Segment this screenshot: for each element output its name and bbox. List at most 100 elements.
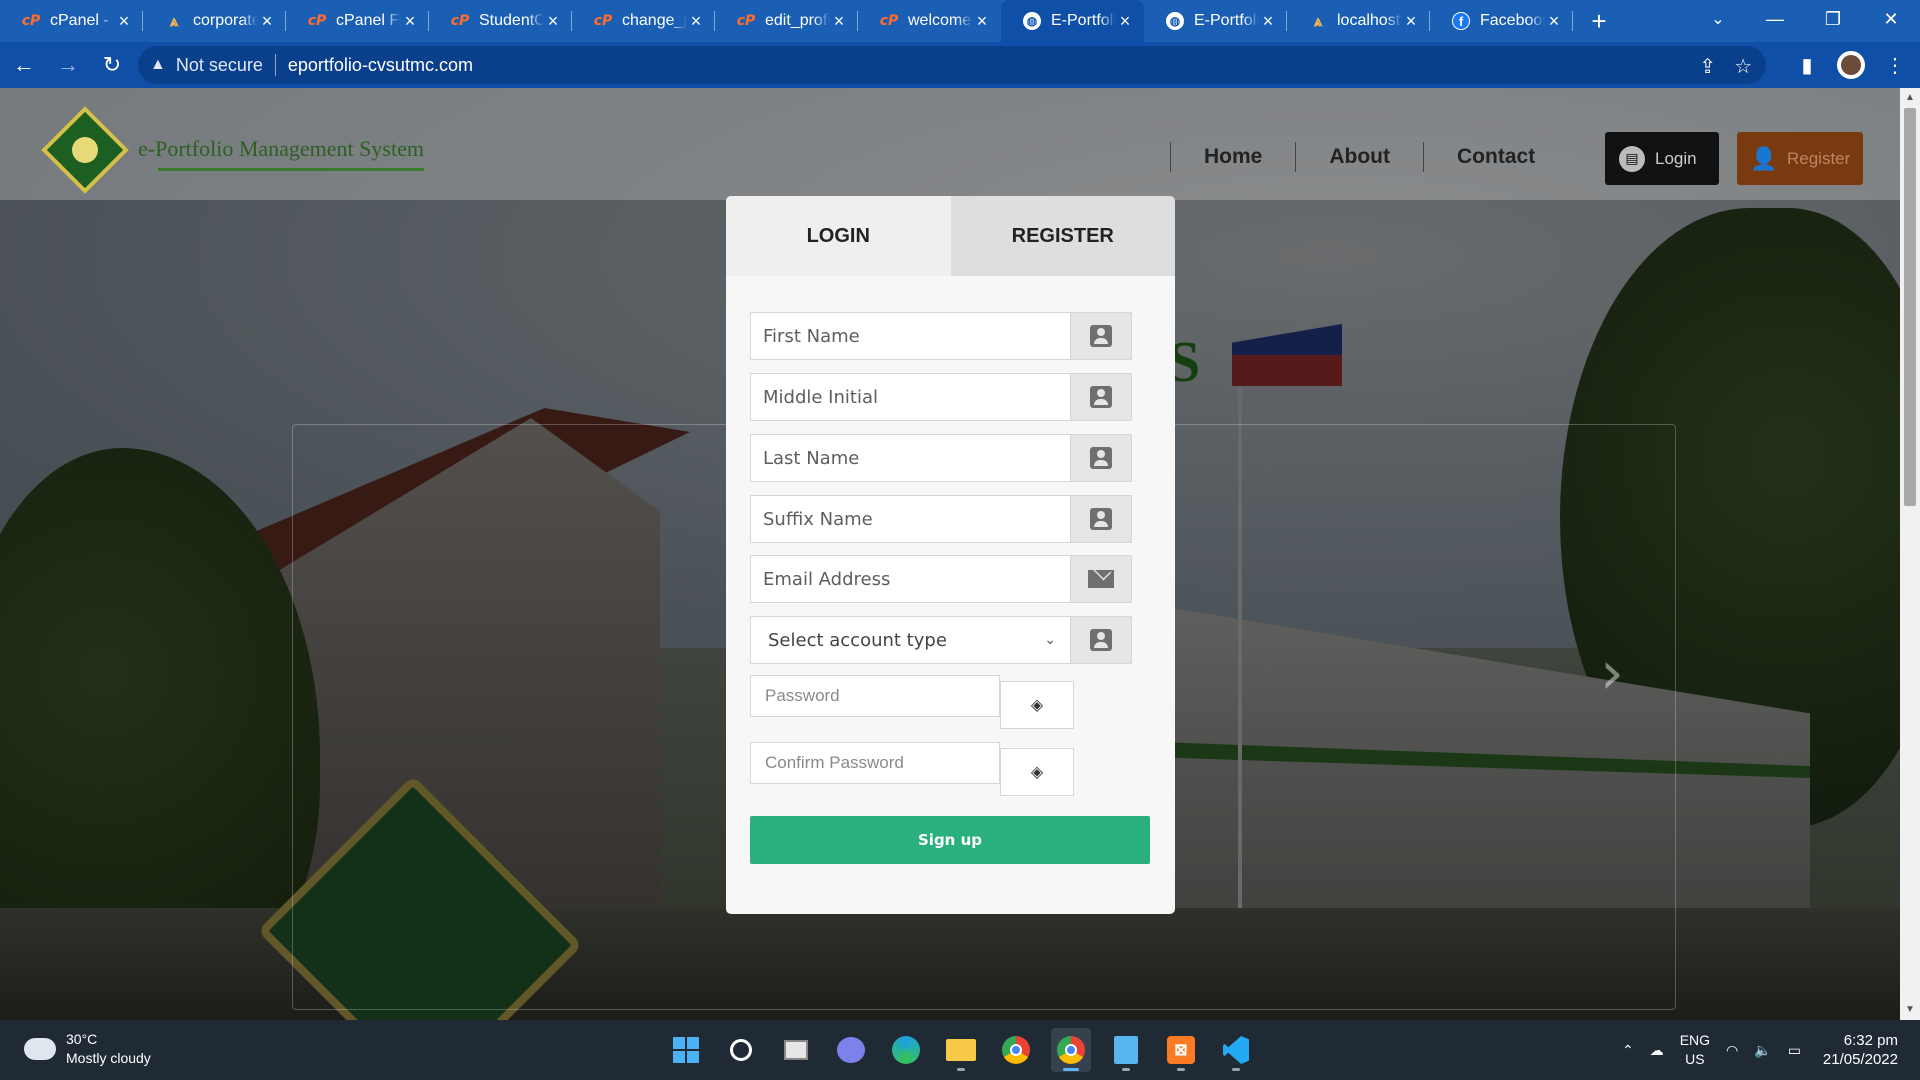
suffix-name-input[interactable]	[750, 495, 1070, 543]
file-explorer-button[interactable]	[941, 1028, 981, 1072]
scroll-up-icon[interactable]: ▲	[1904, 92, 1916, 104]
carousel-next-icon[interactable]: ›	[1600, 638, 1624, 708]
minimize-icon[interactable]: —	[1746, 0, 1804, 38]
tab-search-chevron-icon[interactable]: ⌄	[1700, 4, 1736, 34]
close-icon[interactable]: ×	[258, 12, 276, 30]
login-label: Login	[1655, 148, 1697, 168]
profile-avatar[interactable]	[1832, 46, 1870, 84]
weather-widget[interactable]: 30°C Mostly cloudy	[20, 1030, 151, 1068]
eye-slash-icon[interactable]: ◈	[1000, 748, 1074, 796]
eye-slash-icon[interactable]: ◈	[1000, 681, 1074, 729]
chrome-profile-button[interactable]	[1051, 1028, 1091, 1072]
browser-tab[interactable]: ◍ E-Portfolio ×	[1144, 0, 1287, 42]
forward-arrow-icon[interactable]: →	[48, 45, 88, 85]
browser-tab[interactable]: ⩓ corporate ×	[143, 0, 286, 42]
side-panel-icon[interactable]: ▮	[1788, 46, 1826, 84]
tab-title: Facebook	[1480, 12, 1545, 29]
chrome-button[interactable]	[996, 1028, 1036, 1072]
close-icon[interactable]: ×	[544, 12, 562, 30]
add-user-icon: 👤	[1750, 145, 1778, 171]
last-name-input[interactable]	[750, 434, 1070, 482]
browser-tab[interactable]: cP cPanel - Main ×	[0, 0, 143, 42]
close-icon[interactable]: ×	[401, 12, 419, 30]
tab-login[interactable]: LOGIN	[726, 196, 951, 276]
show-hidden-icons-icon[interactable]: ⌃	[1622, 1041, 1634, 1060]
globe-icon: ◍	[1166, 12, 1184, 30]
close-icon[interactable]: ×	[973, 12, 991, 30]
close-icon[interactable]: ×	[1545, 12, 1563, 30]
search-button[interactable]	[721, 1028, 761, 1072]
suffix-name-addon	[1070, 495, 1132, 543]
browser-tab[interactable]: f Facebook ×	[1430, 0, 1573, 42]
header-register-button[interactable]: 👤 Register	[1737, 132, 1863, 185]
nav-contact-link[interactable]: Contact	[1424, 145, 1568, 169]
middle-initial-input[interactable]	[750, 373, 1070, 421]
middle-initial-field	[750, 373, 1132, 421]
close-icon[interactable]: ×	[687, 12, 705, 30]
close-icon[interactable]: ×	[115, 12, 133, 30]
browser-tab[interactable]: cP StudentC ×	[429, 0, 572, 42]
first-name-input[interactable]	[750, 312, 1070, 360]
bookmark-star-icon[interactable]: ☆	[1734, 54, 1752, 79]
vscode-button[interactable]	[1216, 1028, 1256, 1072]
reload-icon[interactable]: ↻	[92, 45, 132, 85]
browser-tab[interactable]: cP cPanel File Manager ×	[286, 0, 429, 42]
browser-tab-active[interactable]: ◍ E-Portfolio ×	[1001, 0, 1144, 42]
notepad-button[interactable]	[1106, 1028, 1146, 1072]
header-login-button[interactable]: ▤ Login	[1605, 132, 1719, 185]
close-icon[interactable]: ×	[1402, 12, 1420, 30]
account-type-field: Select account type ⌄	[750, 616, 1132, 664]
globe-icon: ◍	[1023, 12, 1041, 30]
site-logo[interactable]	[40, 106, 130, 194]
volume-icon[interactable]: 🔈	[1754, 1041, 1771, 1060]
chrome-icon	[1002, 1036, 1030, 1064]
window-close-icon[interactable]: ✕	[1862, 0, 1920, 38]
browser-tab[interactable]: cP change_p ×	[572, 0, 715, 42]
address-bar[interactable]: ▲ Not secure eportfolio-cvsutmc.com ⇪ ☆	[138, 46, 1766, 84]
browser-tab[interactable]: cP edit_profi ×	[715, 0, 858, 42]
task-view-button[interactable]	[776, 1028, 816, 1072]
site-nav: Home About Contact	[1170, 142, 1568, 172]
share-icon[interactable]: ⇪	[1699, 54, 1716, 79]
nav-about-link[interactable]: About	[1296, 145, 1423, 169]
password-input[interactable]	[750, 675, 1000, 717]
confirm-password-input[interactable]	[750, 742, 1000, 784]
scroll-down-icon[interactable]: ▼	[1904, 1004, 1916, 1016]
kebab-menu-icon[interactable]: ⋮	[1876, 46, 1914, 84]
scroll-thumb[interactable]	[1904, 108, 1916, 506]
edge-button[interactable]	[886, 1028, 926, 1072]
chat-button[interactable]	[831, 1028, 871, 1072]
envelope-icon	[1088, 570, 1114, 588]
battery-icon[interactable]: ▭	[1788, 1041, 1801, 1060]
xampp-button[interactable]: ⊠	[1161, 1028, 1201, 1072]
wifi-icon[interactable]: ◠	[1726, 1041, 1738, 1060]
page-scrollbar[interactable]: ▲ ▼	[1900, 88, 1920, 1020]
first-name-addon	[1070, 312, 1132, 360]
xampp-icon: ⊠	[1167, 1036, 1195, 1064]
site-header: e-Portfolio Management System Home About…	[0, 88, 1900, 200]
sign-up-button[interactable]: Sign up	[750, 816, 1150, 864]
xampp-icon: ⩓	[1313, 12, 1323, 30]
user-icon	[1090, 386, 1112, 408]
browser-tab[interactable]: cP welcome ×	[858, 0, 1001, 42]
close-icon[interactable]: ×	[830, 12, 848, 30]
onedrive-cloud-icon[interactable]: ☁	[1650, 1041, 1664, 1060]
last-name-addon	[1070, 434, 1132, 482]
clock-time: 6:32 pm	[1843, 1032, 1898, 1049]
clock[interactable]: 6:32 pm 21/05/2022	[1823, 1031, 1898, 1069]
close-icon[interactable]: ×	[1116, 12, 1134, 30]
new-tab-button[interactable]: +	[1579, 0, 1619, 42]
nav-home-link[interactable]: Home	[1171, 145, 1295, 169]
language-indicator[interactable]: ENG US	[1680, 1031, 1710, 1069]
warning-icon: ▲	[150, 56, 166, 73]
email-input[interactable]	[750, 555, 1070, 603]
account-type-select[interactable]: Select account type ⌄	[750, 616, 1070, 664]
start-button[interactable]	[666, 1028, 706, 1072]
browser-tab[interactable]: ⩓ localhost ×	[1287, 0, 1430, 42]
tab-register[interactable]: REGISTER	[950, 196, 1175, 276]
close-icon[interactable]: ×	[1259, 12, 1277, 30]
task-view-icon	[784, 1040, 808, 1060]
email-addon	[1070, 555, 1132, 603]
back-arrow-icon[interactable]: ←	[4, 45, 44, 85]
restore-icon[interactable]: ❐	[1804, 0, 1862, 38]
